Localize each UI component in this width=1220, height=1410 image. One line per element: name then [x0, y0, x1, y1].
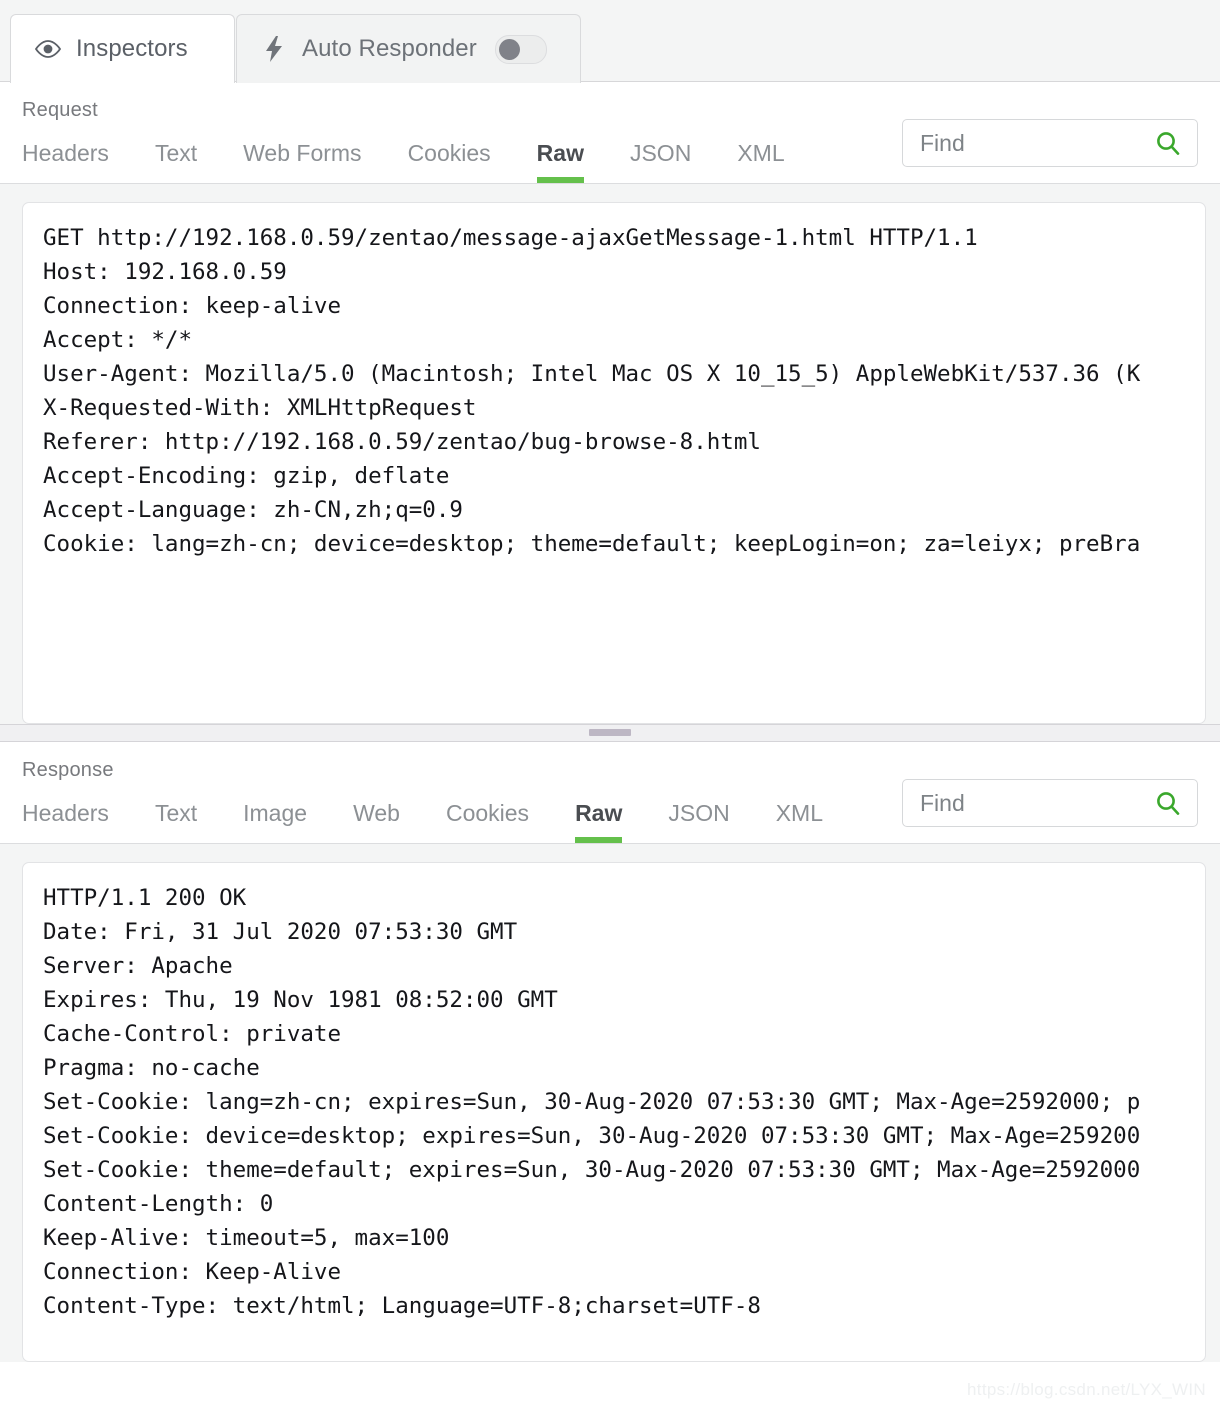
response-find-box[interactable]: Find	[902, 779, 1198, 827]
response-panel: Response Headers Text Image Web Cookies …	[0, 742, 1220, 1362]
eye-icon	[33, 40, 63, 58]
request-tab-web-forms[interactable]: Web Forms	[243, 140, 361, 183]
request-tab-cookies[interactable]: Cookies	[408, 140, 491, 183]
bolt-icon	[259, 36, 289, 62]
tab-auto-responder-label: Auto Responder	[302, 35, 477, 62]
response-tab-image[interactable]: Image	[243, 800, 307, 843]
response-tab-bar: Headers Text Image Web Cookies Raw JSON …	[0, 779, 1220, 844]
response-raw-text: HTTP/1.1 200 OK Date: Fri, 31 Jul 2020 0…	[43, 885, 1141, 1319]
request-raw-wrapper: GET http://192.168.0.59/zentao/message-a…	[0, 184, 1220, 724]
tab-auto-responder[interactable]: Auto Responder	[236, 14, 581, 83]
request-tab-xml[interactable]: XML	[737, 140, 784, 183]
response-tab-cookies[interactable]: Cookies	[446, 800, 529, 843]
request-find-input[interactable]: Find	[903, 130, 1155, 157]
panel-splitter[interactable]	[0, 724, 1220, 742]
response-section-label: Response	[22, 759, 114, 781]
request-tab-raw[interactable]: Raw	[536, 140, 585, 183]
splitter-grip[interactable]	[589, 729, 631, 736]
request-raw-box[interactable]: GET http://192.168.0.59/zentao/message-a…	[22, 202, 1206, 724]
response-find-input[interactable]: Find	[903, 790, 1155, 817]
response-tab-xml[interactable]: XML	[776, 800, 823, 843]
search-icon[interactable]	[1155, 790, 1197, 816]
window-tab-strip: Inspectors Auto Responder	[0, 0, 1220, 83]
response-tab-raw[interactable]: Raw	[575, 800, 623, 843]
request-section-label: Request	[22, 99, 98, 121]
request-tab-text[interactable]: Text	[155, 140, 197, 183]
request-find-box[interactable]: Find	[902, 119, 1198, 167]
request-raw-text: GET http://192.168.0.59/zentao/message-a…	[43, 225, 1141, 557]
watermark: https://blog.csdn.net/LYX_WIN	[967, 1380, 1206, 1399]
response-tab-json[interactable]: JSON	[668, 800, 729, 843]
tab-inspectors[interactable]: Inspectors	[10, 14, 235, 83]
toggle-knob	[498, 38, 520, 60]
request-tab-bar: Headers Text Web Forms Cookies Raw JSON …	[0, 119, 1220, 184]
response-tab-web[interactable]: Web	[353, 800, 400, 843]
request-tab-json[interactable]: JSON	[630, 140, 691, 183]
response-tab-headers[interactable]: Headers	[22, 800, 109, 843]
response-raw-wrapper: HTTP/1.1 200 OK Date: Fri, 31 Jul 2020 0…	[0, 844, 1220, 1362]
response-raw-box[interactable]: HTTP/1.1 200 OK Date: Fri, 31 Jul 2020 0…	[22, 862, 1206, 1362]
request-tab-headers[interactable]: Headers	[22, 140, 109, 183]
response-tab-text[interactable]: Text	[155, 800, 197, 843]
auto-responder-toggle[interactable]	[494, 34, 547, 64]
request-panel: Request Headers Text Web Forms Cookies R…	[0, 82, 1220, 724]
search-icon[interactable]	[1155, 130, 1197, 156]
tab-inspectors-label: Inspectors	[76, 35, 188, 62]
